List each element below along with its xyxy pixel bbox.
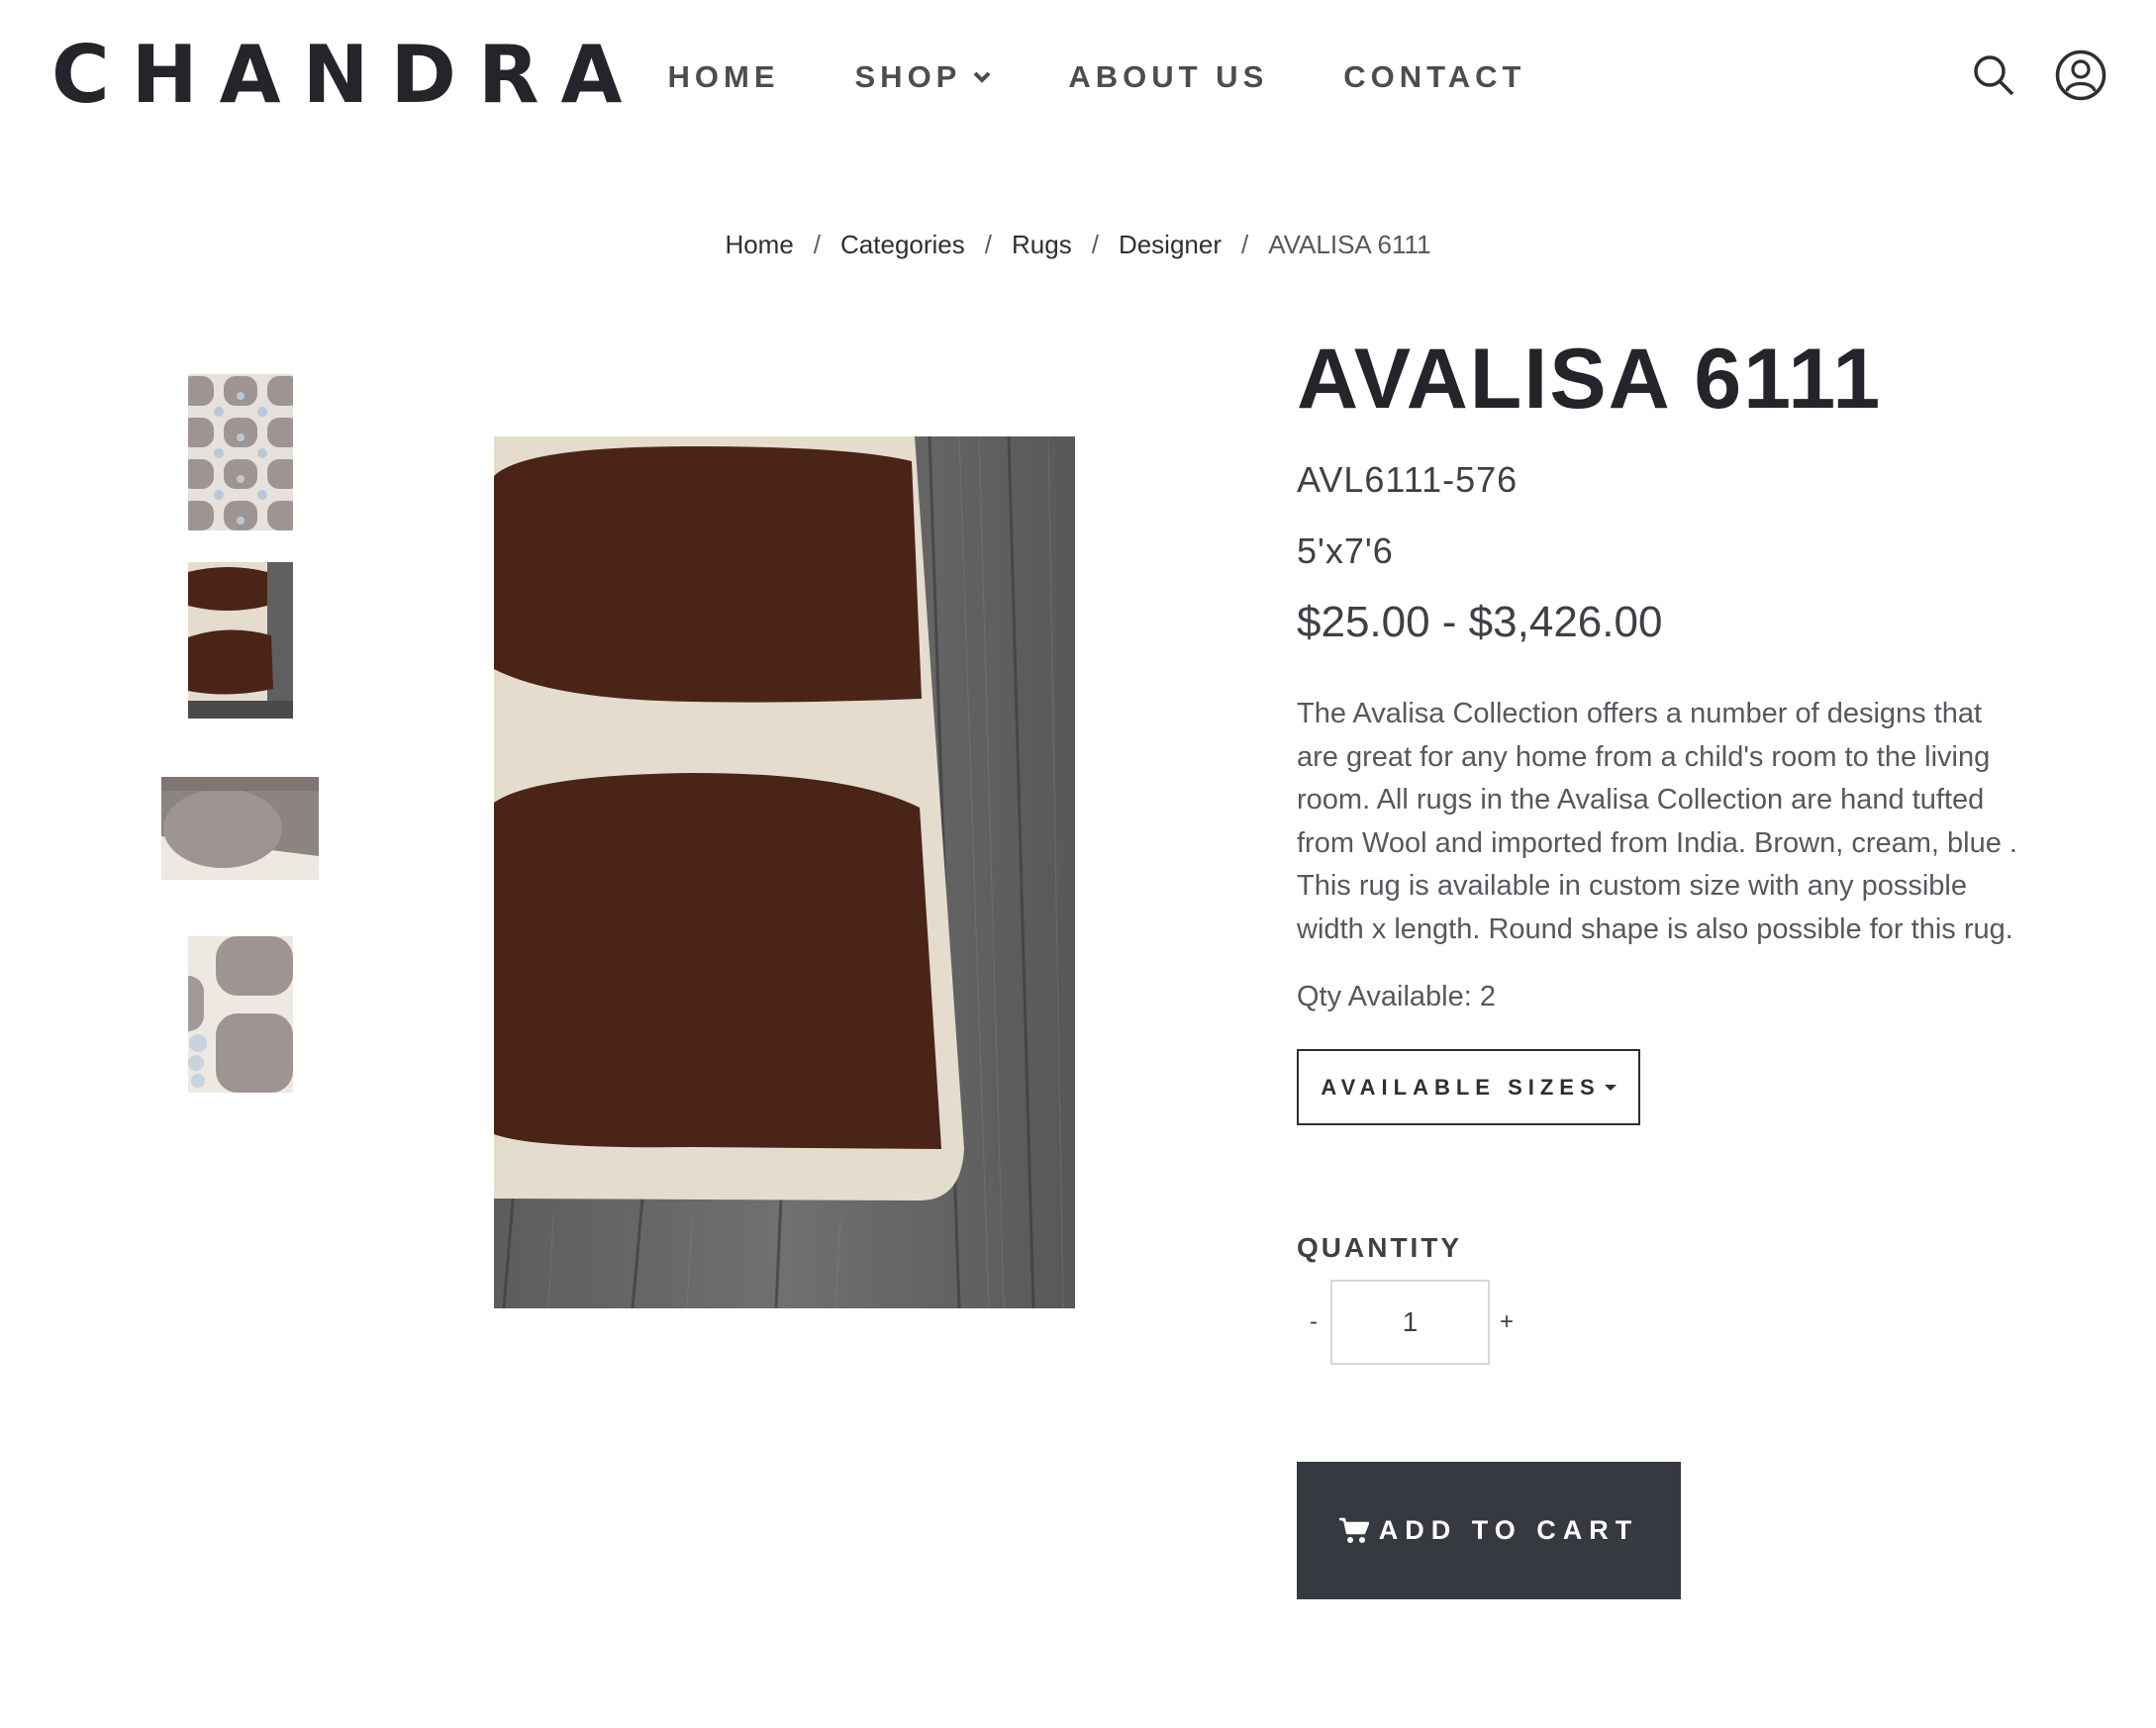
product-thumbnail[interactable] [161, 777, 319, 880]
nav-home[interactable]: HOME [668, 57, 780, 97]
user-account-icon [2055, 49, 2107, 101]
caret-down-icon [1604, 1084, 1617, 1091]
shopping-cart-icon [1338, 1517, 1369, 1543]
quantity-input[interactable] [1330, 1280, 1490, 1365]
breadcrumb-categories[interactable]: Categories [840, 230, 965, 260]
breadcrumb-home[interactable]: Home [725, 230, 793, 260]
breadcrumb-separator: / [1241, 230, 1249, 259]
nav-contact[interactable]: CONTACT [1343, 57, 1525, 97]
nav-shop[interactable]: SHOP [855, 57, 994, 97]
breadcrumb: Home / Categories / Rugs / Designer / AV… [0, 230, 2156, 260]
account-button[interactable] [2055, 49, 2107, 101]
chevron-down-icon [973, 71, 991, 83]
quantity-decrement-button[interactable]: - [1297, 1308, 1330, 1336]
breadcrumb-rugs[interactable]: Rugs [1012, 230, 1072, 260]
quantity-increment-button[interactable]: + [1490, 1308, 1523, 1336]
search-button[interactable] [1968, 49, 2019, 101]
search-icon [1974, 55, 2014, 96]
main-product-image[interactable] [494, 436, 1075, 1308]
add-to-cart-label: ADD TO CART [1378, 1515, 1639, 1545]
quantity-label: QUANTITY [1297, 1232, 1463, 1263]
breadcrumb-designer[interactable]: Designer [1119, 230, 1222, 260]
nav-home-label: HOME [667, 59, 780, 94]
qty-available: Qty Available: 2 [1297, 981, 1496, 1012]
product-thumbnail[interactable] [188, 936, 293, 1093]
product-thumbnail[interactable] [188, 562, 293, 719]
nav-shop-label: SHOP [854, 59, 962, 94]
add-to-cart-button[interactable]: ADD TO CART [1297, 1462, 1681, 1599]
product-size: 5'x7'6 [1297, 530, 1394, 571]
header-icons [1968, 49, 2107, 101]
product-thumbnail[interactable] [188, 374, 293, 530]
breadcrumb-separator: / [1091, 230, 1099, 259]
product-title: AVALISA 6111 [1297, 332, 1883, 427]
breadcrumb-separator: / [984, 230, 992, 259]
product-description: The Avalisa Collection offers a number o… [1297, 698, 2017, 945]
breadcrumb-separator: / [813, 230, 822, 259]
quantity-stepper: - + [1297, 1280, 2019, 1365]
product-info: AVALISA 6111 AVL6111-576 5'x7'6 $25.00 -… [1297, 327, 2019, 1599]
product-sku: AVL6111-576 [1297, 459, 1519, 500]
available-sizes-label: AVAILABLE SIZES [1321, 1074, 1601, 1100]
breadcrumb-current: AVALISA 6111 [1268, 230, 1431, 259]
product-price: $25.00 - $3,426.00 [1297, 598, 1663, 646]
nav-contact-label: CONTACT [1343, 59, 1526, 94]
main-nav: HOME SHOP ABOUT US CONTACT [0, 57, 2156, 97]
nav-about-us[interactable]: ABOUT US [1068, 57, 1268, 97]
nav-about-label: ABOUT US [1068, 59, 1269, 94]
available-sizes-dropdown[interactable]: AVAILABLE SIZES [1297, 1049, 1640, 1125]
